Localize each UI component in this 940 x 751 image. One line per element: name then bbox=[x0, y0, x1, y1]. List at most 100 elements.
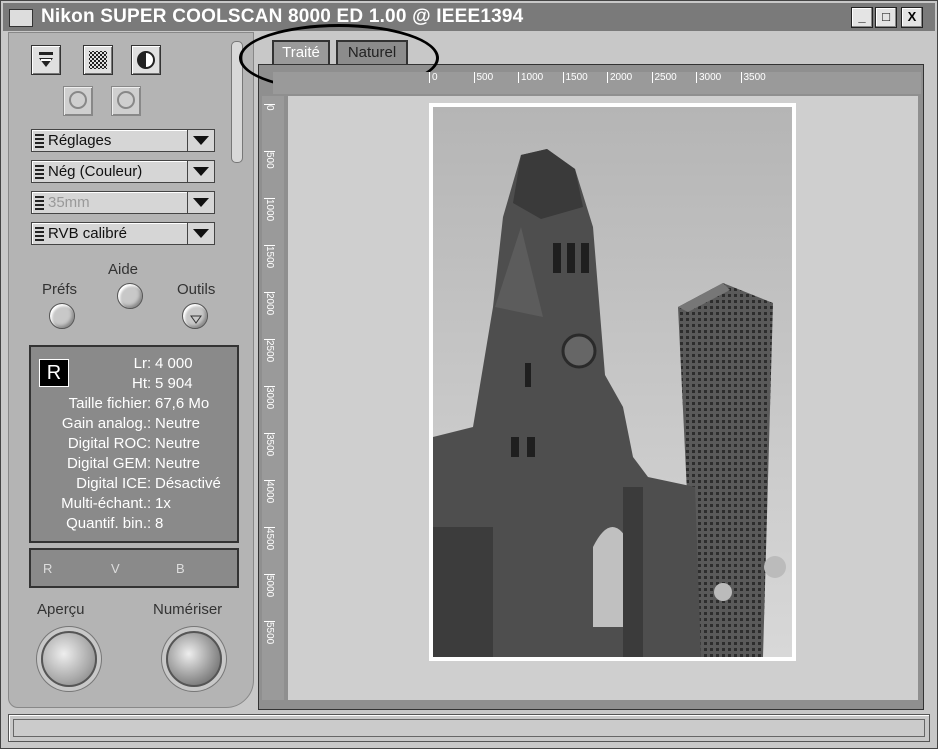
settings-dropdown[interactable]: Réglages bbox=[31, 129, 215, 152]
ruler-tick-label: 2000 bbox=[607, 72, 632, 83]
info-key: Digital GEM bbox=[66, 455, 147, 472]
help-button[interactable] bbox=[117, 283, 143, 309]
grain-icon bbox=[89, 51, 107, 69]
scan-button[interactable] bbox=[166, 631, 222, 687]
dropdown-label: 35mm bbox=[48, 194, 90, 211]
close-button[interactable]: X bbox=[901, 7, 923, 28]
info-value: Neutre bbox=[155, 415, 201, 432]
eject-icon bbox=[39, 52, 53, 67]
info-row: Lr:4 000 bbox=[31, 355, 237, 375]
ruler-tick-label: 4500 bbox=[264, 527, 275, 551]
chevron-down-icon bbox=[187, 192, 214, 213]
prefs-button[interactable] bbox=[49, 303, 75, 329]
scanned-photo bbox=[433, 107, 792, 657]
info-separator: : bbox=[147, 515, 152, 532]
info-value: Neutre bbox=[155, 455, 201, 472]
zoom-out-icon bbox=[69, 91, 87, 109]
dropdown-label: Nég (Couleur) bbox=[48, 163, 143, 180]
grip-icon bbox=[35, 134, 44, 148]
color-space-dropdown[interactable]: RVB calibré bbox=[31, 222, 215, 245]
scan-label: Numériser bbox=[153, 601, 223, 618]
ruler-tick-label: 500 bbox=[473, 72, 493, 83]
rgb-panel: R V B bbox=[29, 548, 239, 588]
chevron-down-icon[interactable] bbox=[187, 223, 214, 244]
contrast-button[interactable] bbox=[131, 45, 161, 75]
info-value: 4 000 bbox=[155, 355, 193, 372]
control-panel: Réglages Nég (Couleur) 35mm RVB calibré … bbox=[8, 32, 254, 708]
contrast-icon bbox=[137, 51, 155, 69]
ruler-tick-label: 1500 bbox=[562, 72, 588, 83]
info-key: Multi-échant. bbox=[61, 495, 147, 512]
grip-icon bbox=[35, 227, 44, 241]
title-bar[interactable]: Nikon SUPER COOLSCAN 8000 ED 1.00 @ IEEE… bbox=[3, 3, 935, 31]
preview-button[interactable] bbox=[41, 631, 97, 687]
info-row: Digital GEM: Neutre bbox=[31, 455, 237, 475]
info-row: Quantif. bin.:8 bbox=[31, 515, 237, 535]
info-separator: : bbox=[147, 475, 152, 492]
info-separator: : bbox=[147, 415, 152, 432]
film-type-dropdown[interactable]: Nég (Couleur) bbox=[31, 160, 215, 183]
info-value: 67,6 Mo bbox=[155, 395, 210, 412]
vertical-ruler: 0 500 1000 1500 2000 2500 3000 3500 4000 4500 5000… bbox=[262, 96, 284, 700]
ruler-tick-label: 4000 bbox=[264, 480, 275, 504]
info-key: Quantif. bin. bbox=[66, 515, 147, 532]
status-bar bbox=[8, 714, 930, 742]
scan-info-panel: R Lr:4 000 Ht:5 904 Taille fichier:67,6 Mo… bbox=[29, 345, 239, 543]
info-key: Lr bbox=[133, 355, 147, 372]
info-separator: : bbox=[147, 395, 152, 412]
ruler-tick-label: 2500 bbox=[264, 339, 275, 363]
channel-b: B bbox=[176, 561, 185, 576]
ruler-tick-label: 3500 bbox=[740, 72, 766, 83]
status-text bbox=[13, 719, 925, 737]
info-value: 5 904 bbox=[155, 375, 193, 392]
ruler-tick-label: 0 bbox=[264, 104, 275, 111]
eject-button[interactable] bbox=[31, 45, 61, 75]
info-key: Digital ROC bbox=[67, 435, 147, 452]
info-separator: : bbox=[147, 355, 152, 372]
info-separator: : bbox=[147, 375, 152, 392]
minimize-button[interactable]: _ bbox=[851, 7, 873, 28]
film-format-dropdown: 35mm bbox=[31, 191, 215, 214]
tools-icon bbox=[190, 315, 202, 324]
ruler-tick-label: 1000 bbox=[264, 198, 275, 222]
zoom-in-button[interactable] bbox=[111, 86, 141, 116]
info-separator: : bbox=[147, 455, 152, 472]
grip-icon bbox=[35, 165, 44, 179]
info-row: Digital ROC: Neutre bbox=[31, 435, 237, 455]
ruler-tick-label: 2500 bbox=[651, 72, 677, 83]
tools-button[interactable] bbox=[182, 303, 208, 329]
info-value: Désactivé bbox=[155, 475, 221, 492]
dropdown-label: RVB calibré bbox=[48, 225, 127, 242]
info-key: Ht bbox=[132, 375, 147, 392]
info-key: Gain analog. bbox=[61, 415, 147, 432]
grain-button[interactable] bbox=[83, 45, 113, 75]
prefs-label: Préfs bbox=[42, 281, 78, 298]
ruler-tick-label: 500 bbox=[264, 151, 275, 169]
info-row: Digital ICE: Désactivé bbox=[31, 475, 237, 495]
chevron-down-icon[interactable] bbox=[187, 161, 214, 182]
channel-v: V bbox=[111, 561, 120, 576]
info-separator: : bbox=[147, 435, 152, 452]
zoom-in-icon bbox=[117, 91, 135, 109]
info-row: Ht:5 904 bbox=[31, 375, 237, 395]
zoom-out-button[interactable] bbox=[63, 86, 93, 116]
horizontal-ruler: 0 500 1000 1500 2000 2500 3000 3500 bbox=[273, 72, 921, 94]
preview-label: Aperçu bbox=[37, 601, 85, 618]
window-title: Nikon SUPER COOLSCAN 8000 ED 1.00 @ IEEE… bbox=[41, 6, 524, 27]
info-row: Multi-échant.:1x bbox=[31, 495, 237, 515]
ruler-tick-label: 5500 bbox=[264, 621, 275, 645]
info-row: Gain analog.: Neutre bbox=[31, 415, 237, 435]
info-row: Taille fichier:67,6 Mo bbox=[31, 395, 237, 415]
tools-label: Outils bbox=[177, 281, 216, 298]
preview-image[interactable] bbox=[429, 103, 796, 661]
ruler-tick-label: 3500 bbox=[264, 433, 275, 457]
info-key: Taille fichier bbox=[68, 395, 147, 412]
ruler-tick-label: 1000 bbox=[518, 72, 543, 83]
info-value: Neutre bbox=[155, 435, 201, 452]
ruler-tick-label: 5000 bbox=[264, 574, 275, 598]
info-value: 1x bbox=[155, 495, 171, 512]
ruler-tick-label: 1500 bbox=[264, 245, 275, 269]
ruler-tick-label: 0 bbox=[429, 72, 438, 83]
maximize-button[interactable]: □ bbox=[875, 7, 897, 28]
chevron-down-icon[interactable] bbox=[187, 130, 214, 151]
